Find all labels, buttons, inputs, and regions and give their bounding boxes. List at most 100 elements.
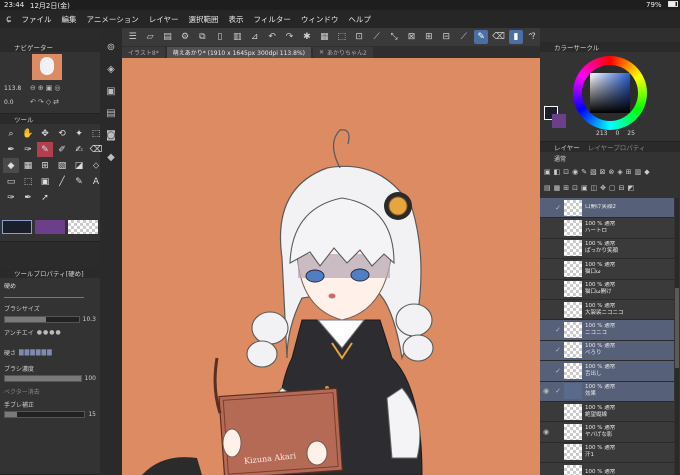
layer-row[interactable]: ◉ 100 % 通常 ヤバげな影 bbox=[540, 422, 674, 443]
export-icon[interactable]: ▥ bbox=[231, 30, 244, 44]
menu-help[interactable]: ヘルプ bbox=[348, 14, 371, 25]
menu-edit[interactable]: 編集 bbox=[62, 14, 77, 25]
layer-row[interactable]: 100 % 通常 絶望縦線 bbox=[540, 401, 674, 423]
app-logo-icon[interactable]: ɕ bbox=[6, 14, 12, 25]
balloon-tool-icon[interactable]: ⬚ bbox=[20, 174, 36, 189]
cursor-tool-icon[interactable]: ➚ bbox=[37, 190, 53, 205]
smudge-tool-icon[interactable]: ✑ bbox=[3, 190, 19, 205]
close-icon[interactable]: ✕ bbox=[319, 49, 324, 56]
airbrush-tool-icon[interactable]: ✍ bbox=[71, 142, 87, 157]
color-sub-chip[interactable] bbox=[552, 114, 566, 128]
menu-file[interactable]: ファイル bbox=[22, 14, 52, 25]
correct-tool-icon[interactable]: ✎ bbox=[71, 174, 87, 189]
check-icon[interactable]: ✓ bbox=[552, 346, 564, 354]
crop-icon[interactable]: ⊡ bbox=[352, 30, 365, 44]
transparent-swatch[interactable] bbox=[68, 220, 98, 234]
frame-tool-icon[interactable]: ▣ bbox=[37, 174, 53, 189]
type-tool-icon[interactable]: A bbox=[88, 174, 104, 189]
snap-special-icon[interactable]: ⊟ bbox=[440, 30, 453, 44]
eraser-icon[interactable]: ⌫ bbox=[492, 30, 505, 44]
undo-icon[interactable]: ↶ bbox=[265, 30, 278, 44]
pencil-tool-icon[interactable]: ✎ bbox=[37, 142, 53, 157]
pen-pressure-icon[interactable]: ✎ bbox=[474, 30, 488, 44]
blend-tool-icon[interactable]: ▦ bbox=[20, 158, 36, 173]
tab-akari-chan2[interactable]: ✕ あかりちゃん2 bbox=[313, 46, 373, 58]
magnify-icon[interactable]: ⊚ bbox=[100, 36, 122, 58]
menu-view[interactable]: 表示 bbox=[228, 14, 243, 25]
main-color-swatch[interactable] bbox=[2, 220, 32, 234]
scale-icon[interactable]: ⤡ bbox=[387, 30, 400, 44]
layer-row[interactable]: 100 % 通常 ぱっかり笑顔 bbox=[540, 238, 674, 260]
layer-row[interactable]: 100 % 通常 ハートロ bbox=[540, 218, 674, 239]
move-tool-icon[interactable]: ✥ bbox=[37, 126, 53, 141]
hardness-options[interactable]: ▇▇▇▇▇▇ bbox=[19, 349, 53, 356]
snap-ruler-icon[interactable]: ⊠ bbox=[405, 30, 418, 44]
layer-row[interactable]: ✓ 100 % 通常 べろり bbox=[540, 340, 674, 362]
brush-tool-icon[interactable]: ✐ bbox=[54, 142, 70, 157]
zoom-tool-icon[interactable]: ⌕ bbox=[3, 126, 19, 141]
text-tool-icon[interactable]: ▭ bbox=[3, 174, 19, 189]
select-tool-icon[interactable]: ⬚ bbox=[88, 126, 104, 141]
gradient-tool-icon[interactable]: ▧ bbox=[54, 158, 70, 173]
print-icon[interactable]: ⊿ bbox=[248, 30, 261, 44]
deselect-icon[interactable]: ⬚ bbox=[335, 30, 348, 44]
layer-row[interactable]: ✓ 100 % 通常 舌出し bbox=[540, 361, 674, 382]
new-file-icon[interactable]: ▱ bbox=[143, 30, 156, 44]
redo-icon[interactable]: ↷ bbox=[283, 30, 296, 44]
shape-tool-icon[interactable]: ◪ bbox=[71, 158, 87, 173]
rotate-tool-icon[interactable]: ⟲ bbox=[54, 126, 70, 141]
check-icon[interactable]: ✓ bbox=[552, 367, 564, 375]
layer-property-tab[interactable]: レイヤープロパティ bbox=[588, 142, 646, 152]
layer-row[interactable]: ✓ 100 % 通常 ニコニコ bbox=[540, 320, 674, 341]
tab-moe-akari[interactable]: 萌えあかり* (1910 x 1645px 300dpi 113.8%) bbox=[166, 46, 311, 58]
fill-selection-icon[interactable]: ▦ bbox=[318, 30, 331, 44]
clear-icon[interactable]: ✱ bbox=[300, 30, 313, 44]
layer-tab[interactable]: レイヤー bbox=[554, 142, 580, 152]
layer-toolbar-1[interactable]: ▣◧⊡◉✎▧⊠⊗◈⊞▥◆ bbox=[544, 168, 676, 180]
eyedropper-tool-icon[interactable]: ✒ bbox=[3, 142, 19, 157]
snap-grid-icon[interactable]: ⊞ bbox=[422, 30, 435, 44]
antialias-options[interactable]: ●●●● bbox=[37, 329, 62, 336]
blend-mode-select[interactable]: 通常 bbox=[554, 154, 566, 163]
chevron-up-icon[interactable]: ⌃ bbox=[527, 32, 537, 42]
density-slider[interactable] bbox=[4, 375, 82, 382]
material-icon[interactable]: ▤ bbox=[100, 102, 122, 124]
layer-row[interactable]: ◉ ✓ 100 % 通常 効果 bbox=[540, 381, 674, 402]
line-tool-icon[interactable]: ╱ bbox=[54, 174, 70, 189]
menu-window[interactable]: ウィンドウ bbox=[301, 14, 339, 25]
layer-scrollbar[interactable] bbox=[675, 198, 679, 475]
check-icon[interactable]: ✓ bbox=[552, 204, 564, 212]
menu-icon[interactable]: ☰ bbox=[126, 30, 139, 44]
canvas[interactable]: Kizuna Akari bbox=[122, 58, 540, 475]
ruler-tool-icon[interactable]: ⬦ bbox=[88, 158, 104, 173]
tab-illust8[interactable]: イラスト8* bbox=[122, 46, 165, 58]
brush-size-slider[interactable] bbox=[4, 316, 80, 323]
menu-filter[interactable]: フィルター bbox=[253, 14, 290, 25]
menu-animation[interactable]: アニメーション bbox=[87, 14, 139, 25]
grid-tool-icon[interactable]: ⊞ bbox=[37, 158, 53, 173]
rotate-controls[interactable]: ↶↷◇⇄ bbox=[30, 98, 61, 106]
eye-icon[interactable]: ◉ bbox=[540, 387, 552, 395]
layer-row[interactable]: 100 % 通常 猫口ω開け bbox=[540, 279, 674, 300]
fill-icon[interactable]: ◈ bbox=[100, 58, 122, 80]
layer-row[interactable]: 100 % 通常 bbox=[540, 463, 674, 475]
vector-erase-label[interactable]: ベクター消去 bbox=[4, 387, 40, 396]
sub-color-swatch[interactable] bbox=[35, 220, 65, 234]
layer-toolbar-2[interactable]: ▤▦⊞⊡▣◫✥▢⊟◩ bbox=[544, 184, 676, 196]
stabilization-slider[interactable] bbox=[4, 411, 86, 418]
menu-layer[interactable]: レイヤー bbox=[149, 14, 179, 25]
save-icon[interactable]: ▤ bbox=[161, 30, 174, 44]
line-icon[interactable]: ⟋ bbox=[457, 30, 470, 44]
check-icon[interactable]: ✓ bbox=[552, 326, 564, 334]
tablet-icon[interactable]: ▮ bbox=[509, 30, 523, 44]
layer-row[interactable]: 100 % 通常 猫口ω bbox=[540, 259, 674, 280]
navigator-preview[interactable] bbox=[32, 54, 62, 80]
check-icon[interactable]: ✓ bbox=[552, 387, 564, 395]
menu-selection[interactable]: 選択範囲 bbox=[188, 14, 218, 25]
page-icon[interactable]: ▯ bbox=[213, 30, 226, 44]
layer-icon[interactable]: ▣ bbox=[100, 80, 122, 102]
layer-row[interactable]: 100 % 通常 大袈裟ニコニコ bbox=[540, 299, 674, 321]
zoom-controls[interactable]: ⊖⊕▣◎ bbox=[30, 84, 62, 92]
fill-tool-icon[interactable]: ◆ bbox=[3, 158, 19, 173]
transform-icon[interactable]: ⟋ bbox=[370, 30, 383, 44]
